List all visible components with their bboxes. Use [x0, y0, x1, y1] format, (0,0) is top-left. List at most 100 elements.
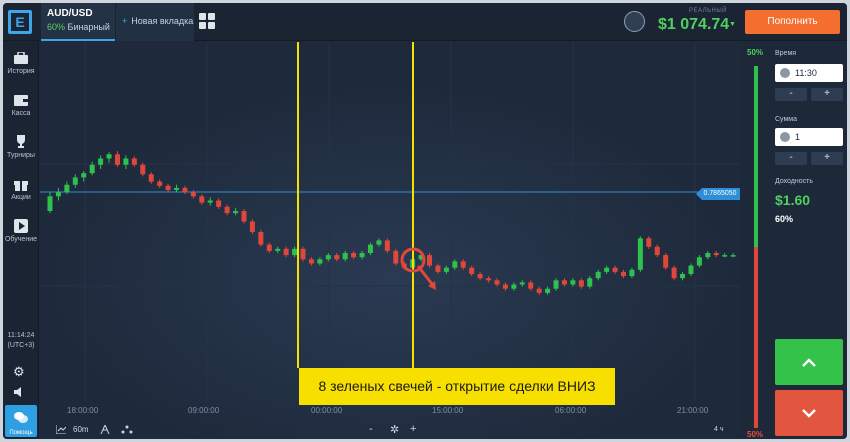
amount-increase-button[interactable]: + [811, 152, 843, 165]
new-tab-button[interactable]: + Новая вкладка [116, 3, 194, 41]
avatar[interactable] [624, 11, 645, 32]
call-up-button[interactable] [775, 339, 843, 385]
sidebar-item-promotions[interactable]: Акции [3, 177, 39, 201]
account-balance[interactable]: $1 074.74 [658, 16, 729, 34]
sidebar-item-label: Турниры [7, 152, 35, 159]
speaker-icon[interactable] [13, 385, 25, 403]
help-button[interactable]: Помощь [5, 405, 37, 437]
candle-down [427, 255, 433, 266]
put-down-button[interactable] [775, 390, 843, 436]
sidebar-item-label: Акции [11, 194, 31, 201]
x-tick-label: 15:00:00 [432, 406, 464, 415]
balance-label: РЕАЛЬНЫЙ [689, 8, 727, 14]
time-field[interactable]: 11:30 [775, 64, 843, 82]
play-icon [13, 219, 29, 233]
candle-up [64, 184, 70, 193]
candle-up [174, 187, 180, 190]
dollar-icon [780, 132, 790, 142]
price-chart[interactable]: 0.7865050 8 зеленых свечей - открытие сд… [40, 42, 740, 439]
chat-icon [5, 410, 37, 428]
x-tick-label: 00:00:00 [311, 406, 343, 415]
candle-up [317, 259, 323, 264]
sidebar-item-education[interactable]: Обучение [3, 219, 39, 243]
chevron-up-icon [802, 357, 816, 367]
candle-down [494, 280, 500, 285]
amount-decrease-button[interactable]: - [775, 152, 807, 165]
briefcase-icon [13, 51, 29, 65]
gear-icon[interactable]: ⚙ [13, 364, 25, 380]
candle-down [646, 238, 652, 247]
candle-down [148, 174, 154, 182]
candle-down [477, 274, 483, 279]
zoom-reset-icon[interactable]: ✲ [390, 423, 399, 436]
candle-down [249, 221, 255, 232]
period-selector[interactable]: 4 ч [714, 426, 724, 433]
candle-down [190, 192, 196, 197]
amount-field[interactable]: 1 [775, 128, 843, 146]
candle-down [131, 158, 137, 165]
candle-down [384, 240, 390, 251]
candle-up [325, 255, 331, 260]
time-label: Время [775, 50, 797, 57]
zoom-out-button[interactable]: - [369, 423, 373, 435]
candle-down [114, 154, 120, 165]
wallet-icon [13, 93, 29, 107]
deposit-button[interactable]: Пополнить [745, 10, 840, 34]
candle-down [283, 248, 289, 256]
zoom-in-button[interactable]: + [410, 423, 416, 435]
sentiment-up-fill [754, 66, 758, 247]
candle-down [663, 255, 669, 268]
tab-asset[interactable]: AUD/USD 60% Бинарный [41, 3, 115, 41]
x-tick-label: 09:00:00 [188, 406, 220, 415]
candle-down [578, 280, 584, 287]
trophy-icon [13, 135, 29, 149]
candle-down [486, 278, 492, 281]
clock-time: 11:14:24 [7, 332, 35, 339]
sidebar-item-history[interactable]: История [3, 51, 39, 75]
x-tick-label: 06:00:00 [555, 406, 587, 415]
candle-up [81, 173, 87, 178]
top-bar: E AUD/USD 60% Бинарный + Новая вкладка РЕ… [3, 3, 847, 41]
candle-down [536, 288, 542, 293]
gift-icon [13, 177, 29, 191]
candle-up [570, 280, 576, 285]
logo[interactable]: E [8, 10, 32, 34]
x-tick-label: 18:00:00 [67, 406, 99, 415]
candle-up [730, 255, 736, 257]
candle-up [342, 253, 348, 260]
candle-down [199, 196, 205, 203]
candle-up [545, 288, 551, 293]
candle-up [705, 253, 711, 258]
clock-icon [780, 68, 790, 78]
candle-down [654, 246, 660, 256]
candle-down [241, 211, 247, 222]
candle-up [604, 267, 610, 272]
time-increase-button[interactable]: + [811, 88, 843, 101]
sidebar-item-tournaments[interactable]: Турниры [3, 135, 39, 159]
candle-down [216, 200, 222, 207]
grid-layout-icon[interactable] [199, 13, 215, 29]
candle-up [275, 248, 281, 251]
candle-up [587, 278, 593, 287]
candle-up [72, 177, 78, 185]
candle-down [435, 265, 441, 272]
sentiment-down-label: 50% [747, 430, 764, 439]
plus-icon: + [122, 16, 128, 26]
candle-up [55, 192, 61, 197]
sidebar-item-cashier[interactable]: Касса [3, 93, 39, 117]
asset-percent: 60% [47, 22, 66, 32]
timeframe-selector[interactable]: 60m [73, 425, 89, 434]
candle-down [308, 259, 314, 264]
sentiment-track [754, 66, 758, 428]
candle-up [359, 253, 365, 258]
candle-up [688, 265, 694, 274]
candle-up [207, 200, 213, 203]
candle-up [123, 158, 129, 165]
caret-down-icon[interactable]: ▼ [729, 21, 736, 28]
sidebar-item-label: Обучение [4, 236, 37, 243]
time-decrease-button[interactable]: - [775, 88, 807, 101]
candle-down [224, 206, 230, 214]
candle-up [637, 238, 643, 270]
candle-up [47, 196, 53, 211]
candle-up [106, 154, 112, 159]
